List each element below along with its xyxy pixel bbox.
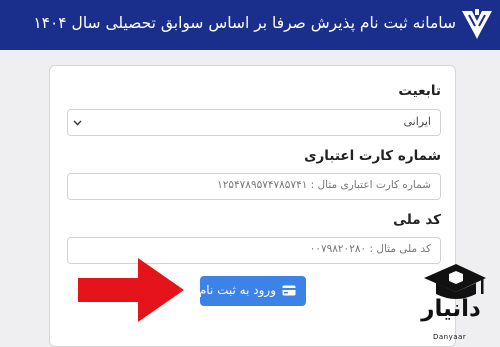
national-code-placeholder: کد ملی مثال : ۰۰۷۹۸۲۰۲۸۰ <box>309 243 431 255</box>
page-title: سامانه ثبت نام پذیرش صرفا بر اساس سوابق … <box>33 14 456 32</box>
card-number-input[interactable]: شماره کارت اعتباری مثال : ۱۲۵۴۷۸۹۵۷۴۷۸۵۷… <box>67 173 441 200</box>
chevron-down-icon <box>73 120 82 126</box>
national-code-label: کد ملی <box>393 212 441 228</box>
register-button[interactable]: ورود به ثبت نام <box>198 276 306 306</box>
app-header: سامانه ثبت نام پذیرش صرفا بر اساس سوابق … <box>0 0 500 50</box>
nationality-selected-value: ایرانی <box>403 115 431 128</box>
card-number-label: شماره کارت اعتباری <box>304 148 441 164</box>
watermark-subtext: Danyaar <box>433 333 467 341</box>
card-number-placeholder: شماره کارت اعتباری مثال : ۱۲۵۴۷۸۹۵۷۴۷۸۵۷… <box>217 179 431 191</box>
register-button-label: ورود به ثبت نام <box>198 283 276 297</box>
red-arrow-icon <box>78 258 184 322</box>
university-logo-icon <box>462 9 492 39</box>
nationality-label: تابعیت <box>398 83 441 99</box>
watermark-text: دانیار <box>421 296 481 322</box>
credit-card-icon <box>282 285 296 296</box>
nationality-select[interactable]: ایرانی <box>67 109 441 136</box>
